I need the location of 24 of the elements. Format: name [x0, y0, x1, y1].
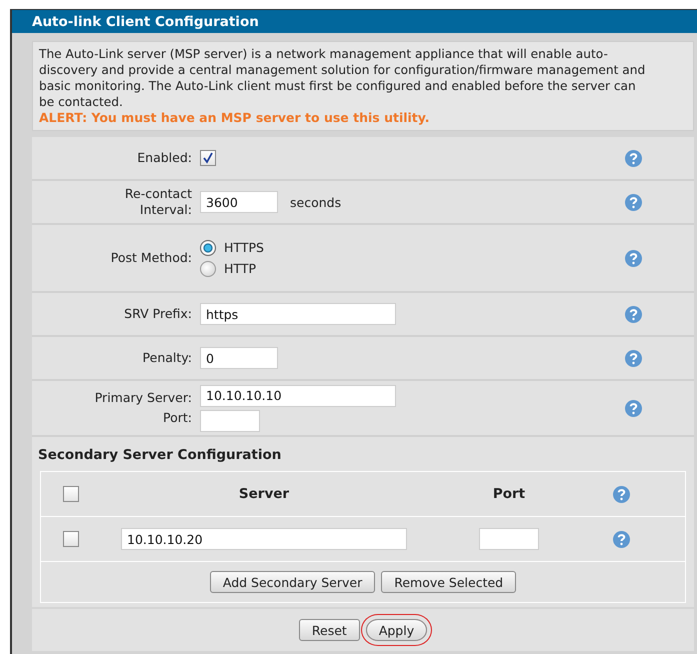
field-label: Penalty: — [142, 350, 192, 366]
field-label: Primary Server: — [94, 390, 192, 406]
radio-label: HTTP — [224, 261, 256, 276]
action-button[interactable]: Add Secondary Server — [210, 571, 376, 593]
form-button[interactable]: Reset — [298, 619, 360, 641]
field-label: Enabled: — [137, 150, 192, 166]
field-label: SRV Prefix: — [124, 306, 192, 322]
action-button[interactable]: Remove Selected — [381, 571, 516, 593]
server-field[interactable]: 10.10.10.20 — [121, 528, 407, 550]
text-field[interactable]: 3600 — [200, 191, 278, 213]
text-field[interactable]: 0 — [200, 347, 278, 369]
description-text: The Auto-Link server (MSP server) is a network management appliance that will enable auto-discovery and provide a central management solution for configuration/firmware management and basic monitoring. The Auto-Link client must first be configured and enabled before the server can be contacted. — [39, 46, 646, 110]
radio-label: HTTPS — [224, 240, 264, 255]
field-label: Re-contact Interval: — [124, 186, 192, 218]
field-label: Port: — [163, 410, 192, 426]
alert-text: ALERT: You must have an MSP server to use this utility. — [39, 110, 431, 126]
server-field[interactable]: 10.10.10.10 — [200, 384, 396, 406]
field-label: Post Method: — [110, 250, 192, 266]
column-header: Port — [492, 486, 526, 502]
panel-title: Auto-link Client Configuration — [32, 14, 259, 30]
column-header: Server — [238, 486, 290, 502]
text-field[interactable]: https — [200, 303, 396, 325]
unit-label: seconds — [290, 194, 342, 210]
section-title: Secondary Server Configuration — [32, 437, 694, 471]
